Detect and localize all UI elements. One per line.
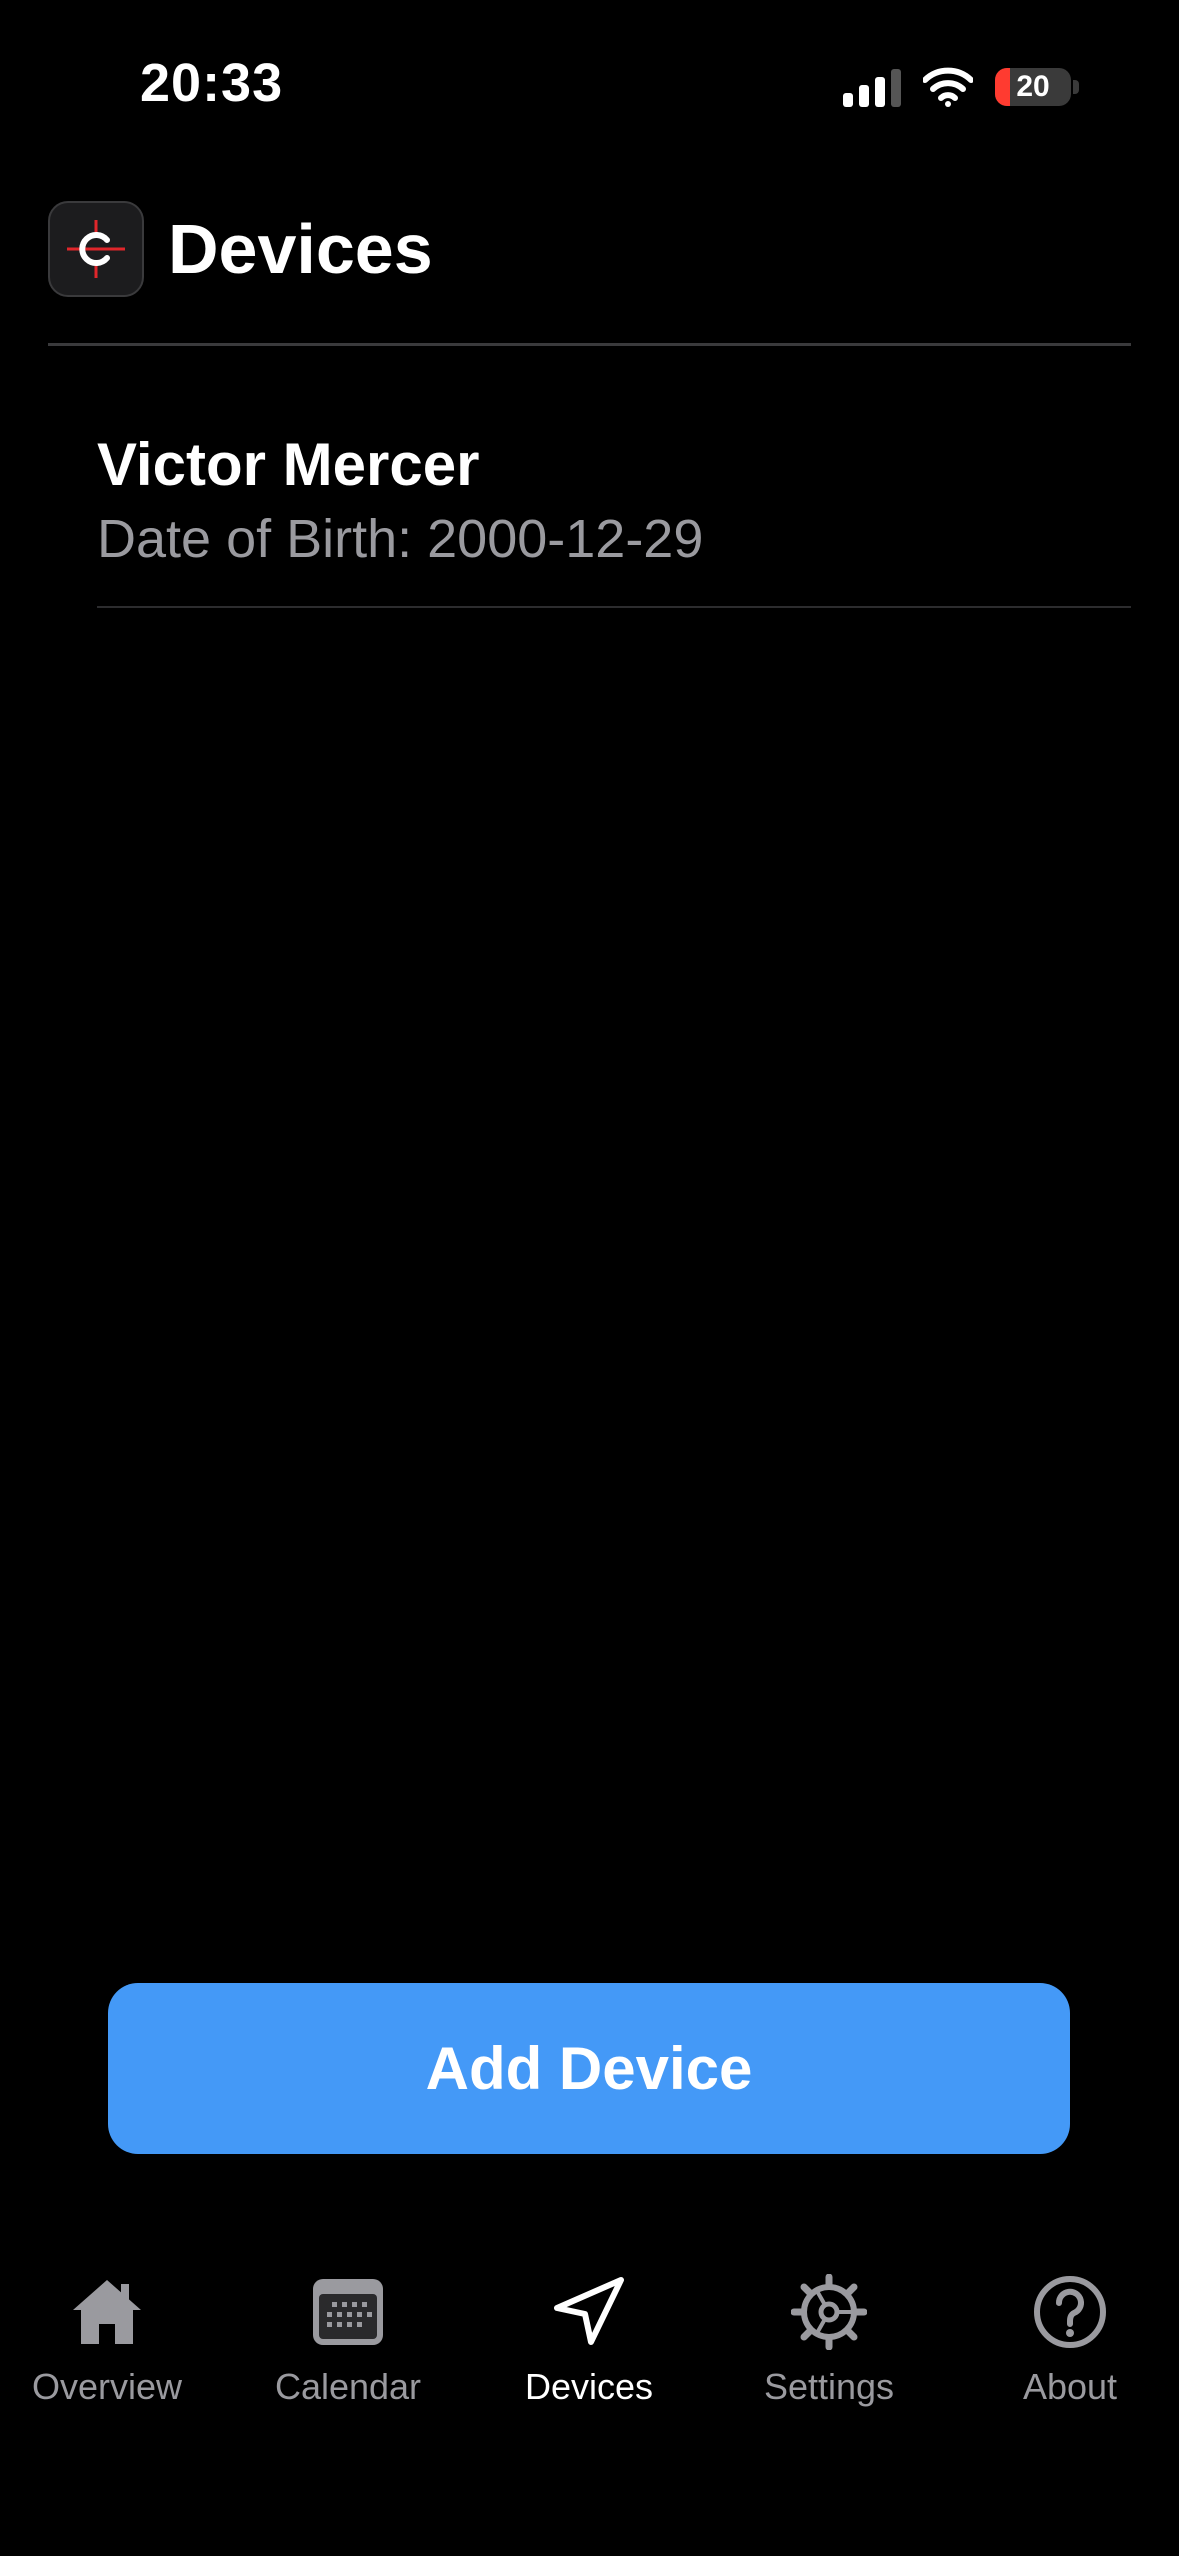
house-icon [65,2270,149,2354]
tab-label: Devices [524,2366,654,2407]
calendar-icon [306,2270,390,2354]
status-bar: 20:33 20 [0,0,1179,150]
tab-label: Overview [31,2366,183,2407]
device-date-of-birth: Date of Birth: 2000-12-29 [97,509,704,569]
tab-devices[interactable]: Devices [469,2270,709,2430]
tab-label: Settings [763,2366,895,2407]
page-header: Devices [48,200,433,298]
tab-calendar[interactable]: Calendar [228,2270,468,2430]
location-arrow-icon [547,2270,631,2354]
status-time: 20:33 [140,53,284,113]
tab-label: Calendar [274,2366,422,2407]
battery-level: 20 [1016,70,1050,103]
tab-overview[interactable]: Overview [0,2270,227,2430]
app-logo-icon [48,201,144,297]
cellular-signal-icon [843,67,901,107]
list-divider [97,606,1131,608]
device-list-item[interactable]: Victor Mercer Date of Birth: 2000-12-29 [97,420,1131,608]
header-divider [48,343,1131,346]
gear-icon [787,2270,871,2354]
status-icons: 20 [843,62,1079,112]
battery-icon: 20 [995,68,1071,106]
tab-settings[interactable]: Settings [709,2270,949,2430]
wifi-icon [923,67,973,107]
add-device-button[interactable]: Add Device [108,1983,1070,2154]
tab-label: About [1022,2366,1118,2407]
page-title: Devices [168,210,433,288]
device-name: Victor Mercer [97,431,480,498]
tab-about[interactable]: About [950,2270,1179,2430]
question-circle-icon [1028,2270,1112,2354]
tab-bar: Overview Calendar Devices Settings About [0,2270,1179,2430]
battery-indicator: 20 [995,68,1079,106]
